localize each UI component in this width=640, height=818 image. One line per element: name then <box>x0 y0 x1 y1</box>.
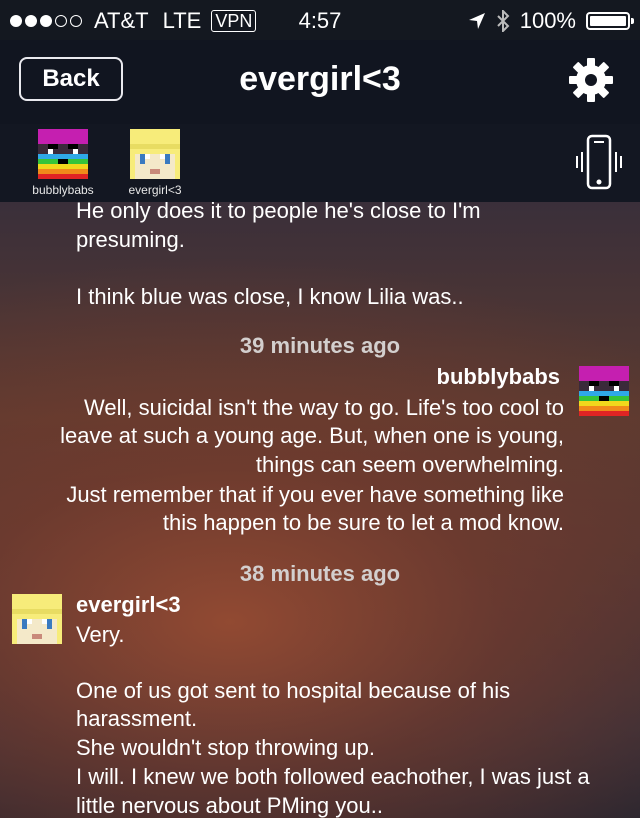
battery-percent: 100% <box>519 8 576 33</box>
message-line: One of us got sent to hospital because o… <box>76 678 511 703</box>
timestamp: 38 minutes ago <box>239 561 401 586</box>
message-line: She wouldn't stop throwing up. <box>76 735 375 760</box>
avatar <box>38 129 88 179</box>
message-line: Very. <box>76 622 125 647</box>
message-line: presuming. <box>76 227 185 252</box>
message-line: He only does it to people he's close to … <box>76 202 481 223</box>
battery-icon <box>586 12 634 30</box>
message-line: I will. I knew we both followed eachothe… <box>76 764 590 789</box>
nav-header: Back evergirl<3 <box>0 40 640 124</box>
message-line: this happen to be sure to let a mod know… <box>162 510 564 535</box>
page-title: evergirl<3 <box>239 60 401 98</box>
participant-name: bubblybabs <box>32 183 94 197</box>
avatar <box>130 129 180 179</box>
message-line: leave at such a young age. But, when one… <box>60 423 564 448</box>
location-arrow-icon <box>468 13 485 29</box>
message-line: things can seem overwhelming. <box>255 452 564 477</box>
message-line: little nervous about PMing you.. <box>76 793 383 818</box>
message-line: I think blue was close, I know Lilia was… <box>76 284 464 309</box>
message-line: harassment. <box>76 706 198 731</box>
avatar[interactable] <box>579 366 629 416</box>
message-line: Just remember that if you ever have some… <box>66 482 564 507</box>
participant-bubblybabs[interactable]: bubblybabs <box>23 129 103 197</box>
participants-bar: bubblybabs evergirl<3 <box>0 124 640 203</box>
chat-area[interactable]: He only does it to people he's close to … <box>0 202 640 818</box>
sender-name: evergirl<3 <box>76 592 181 617</box>
vibrate-phone-icon[interactable] <box>574 134 624 194</box>
bluetooth-icon <box>497 10 510 32</box>
status-bar: AT&T LTE VPN 4:57 100% <box>0 0 640 40</box>
sender-name: bubblybabs <box>436 364 560 389</box>
gear-icon[interactable] <box>566 55 616 105</box>
avatar[interactable] <box>12 594 62 644</box>
timestamp: 39 minutes ago <box>239 333 401 358</box>
participant-evergirl[interactable]: evergirl<3 <box>115 129 195 197</box>
participant-name: evergirl<3 <box>128 183 182 197</box>
message-line: Well, suicidal isn't the way to go. Life… <box>83 395 564 420</box>
